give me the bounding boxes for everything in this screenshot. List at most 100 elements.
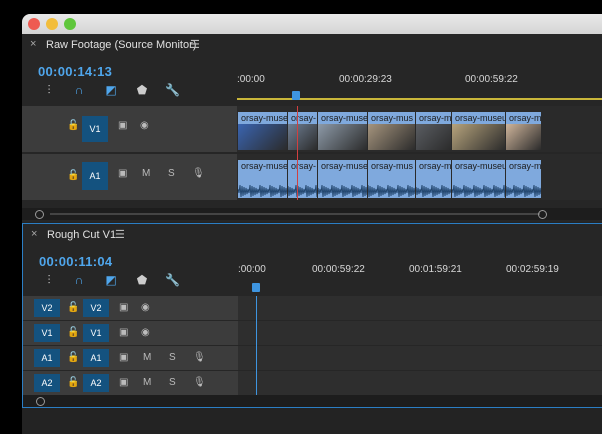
track-target-v1[interactable]: V1 <box>82 116 108 142</box>
audio-waveform <box>238 184 287 198</box>
audio-waveform <box>506 184 541 198</box>
eye-icon[interactable]: ◉ <box>141 302 150 313</box>
audio-clip[interactable]: orsay-muse <box>238 160 287 198</box>
scroll-track[interactable] <box>50 213 540 215</box>
microphone-icon[interactable]: 🎙 <box>192 168 205 179</box>
track-target-v1[interactable]: V1 <box>83 324 109 342</box>
title-bar <box>22 14 602 34</box>
source-patch-a2[interactable]: A2 <box>34 374 60 392</box>
microphone-icon[interactable]: 🎙 <box>193 377 206 388</box>
audio-clip[interactable]: orsay- <box>288 160 317 198</box>
microphone-icon[interactable]: 🎙 <box>193 352 206 363</box>
sequence-scrollbar[interactable] <box>23 395 602 407</box>
lock-icon[interactable]: 🔓 <box>67 327 79 338</box>
clip-thumbnail <box>238 124 287 150</box>
playhead-line <box>297 106 298 200</box>
track-target-v2[interactable]: V2 <box>83 299 109 317</box>
audio-clip[interactable]: orsay-m <box>506 160 541 198</box>
lock-icon[interactable]: 🔓 <box>67 352 79 363</box>
minimize-window-button[interactable] <box>46 18 58 30</box>
insert-snap-icon[interactable]: ⫶ <box>42 273 56 287</box>
clip-name: orsay-m <box>419 113 451 123</box>
panel-close-button[interactable]: × <box>30 38 36 50</box>
linked-selection-icon[interactable]: ◩ <box>104 83 118 97</box>
source-patch-v2[interactable]: V2 <box>34 299 60 317</box>
eye-icon[interactable]: ◉ <box>140 120 149 131</box>
video-clip[interactable]: orsay-muse <box>318 112 367 150</box>
scroll-handle-right[interactable] <box>538 210 547 219</box>
panel-close-button[interactable]: × <box>31 228 37 240</box>
ruler-label: 00:00:59:22 <box>312 264 365 275</box>
panel-menu-icon[interactable]: ☰ <box>190 38 200 51</box>
video-clip[interactable]: orsay-m <box>506 112 541 150</box>
video-clip[interactable]: orsay-museu <box>452 112 505 150</box>
clip-name: orsay-muse <box>241 161 287 171</box>
sequence-time-ruler[interactable]: :00:00 00:00:59:22 00:01:59:21 00:02:59:… <box>238 264 602 294</box>
lock-icon[interactable]: 🔓 <box>67 377 79 388</box>
camera-icon[interactable]: ▣ <box>119 327 128 338</box>
audio-clip[interactable]: orsay-mus <box>368 160 415 198</box>
track-lane-v1[interactable] <box>238 321 602 346</box>
track-target-a1[interactable]: A1 <box>82 162 108 190</box>
lock-icon[interactable]: 🔓 <box>67 170 79 181</box>
eye-icon[interactable]: ◉ <box>141 327 150 338</box>
scroll-handle-left[interactable] <box>35 210 44 219</box>
wrench-settings-icon[interactable]: 🔧 <box>165 273 180 287</box>
source-patch-v1[interactable]: V1 <box>34 324 60 342</box>
clip-name: orsay-museu <box>455 161 505 171</box>
add-marker-icon[interactable]: ⬟ <box>135 273 149 287</box>
track-lane-a1[interactable] <box>238 346 602 371</box>
mute-button[interactable]: M <box>143 352 151 363</box>
lock-icon[interactable]: 🔓 <box>67 120 79 131</box>
source-track-area: 🔓 V1 ▣ ◉ 🔓 A1 ▣ M S 🎙 orsay-muse orsay-mu… <box>22 106 602 208</box>
zoom-window-button[interactable] <box>64 18 76 30</box>
scroll-handle-left[interactable] <box>36 397 45 406</box>
snap-magnet-icon[interactable]: ∩ <box>72 273 86 287</box>
add-marker-icon[interactable]: ⬟ <box>135 83 149 97</box>
mute-button[interactable]: M <box>142 168 150 179</box>
audio-clip[interactable]: orsay-museu <box>452 160 505 198</box>
solo-button[interactable]: S <box>169 377 176 388</box>
audio-waveform <box>452 184 505 198</box>
insert-snap-icon[interactable]: ⫶ <box>42 83 56 97</box>
audio-clip[interactable]: orsay-m <box>416 160 451 198</box>
source-scrollbar[interactable] <box>22 208 602 220</box>
track-lane-v2[interactable] <box>238 296 602 321</box>
audio-waveform <box>368 184 415 198</box>
track-target-a2[interactable]: A2 <box>83 374 109 392</box>
track-header-a1: 🔓 A1 ▣ M S 🎙 <box>22 154 237 200</box>
camera-icon[interactable]: ▣ <box>119 377 128 388</box>
premiere-window: × Raw Footage (Source Monitor) ☰ 00:00:1… <box>22 14 602 434</box>
source-timecode[interactable]: 00:00:14:13 <box>38 64 112 79</box>
track-lane-a2[interactable] <box>238 371 602 396</box>
sequence-timecode[interactable]: 00:00:11:04 <box>39 254 112 269</box>
mute-button[interactable]: M <box>143 377 151 388</box>
video-clip[interactable]: orsay-mus <box>368 112 415 150</box>
clip-name: orsay-muse <box>241 113 287 123</box>
wrench-settings-icon[interactable]: 🔧 <box>165 83 180 97</box>
video-clip[interactable]: orsay-muse <box>238 112 287 150</box>
video-clip[interactable]: orsay- <box>288 112 317 150</box>
track-header-v2: V2 🔓 V2 ▣ ◉ <box>23 296 238 320</box>
source-time-ruler[interactable]: :00:00 00:00:29:23 00:00:59:22 <box>237 74 602 104</box>
solo-button[interactable]: S <box>169 352 176 363</box>
track-header-v1: V1 🔓 V1 ▣ ◉ <box>23 321 238 345</box>
linked-selection-icon[interactable]: ◩ <box>104 273 118 287</box>
solo-button[interactable]: S <box>168 168 175 179</box>
panel-title: Raw Footage (Source Monitor) <box>46 39 197 51</box>
camera-icon[interactable]: ▣ <box>118 120 127 131</box>
video-clip[interactable]: orsay-m <box>416 112 451 150</box>
source-patch-a1[interactable]: A1 <box>34 349 60 367</box>
playhead-handle[interactable] <box>252 283 260 292</box>
lock-icon[interactable]: 🔓 <box>67 302 79 313</box>
camera-icon[interactable]: ▣ <box>119 352 128 363</box>
camera-icon[interactable]: ▣ <box>118 168 127 179</box>
playhead-handle[interactable] <box>292 91 300 100</box>
panel-menu-icon[interactable]: ☰ <box>115 228 125 241</box>
ruler-label: 00:01:59:21 <box>409 264 462 275</box>
track-target-a1[interactable]: A1 <box>83 349 109 367</box>
close-window-button[interactable] <box>28 18 40 30</box>
audio-clip[interactable]: orsay-muse <box>318 160 367 198</box>
snap-magnet-icon[interactable]: ∩ <box>72 83 86 97</box>
camera-icon[interactable]: ▣ <box>119 302 128 313</box>
